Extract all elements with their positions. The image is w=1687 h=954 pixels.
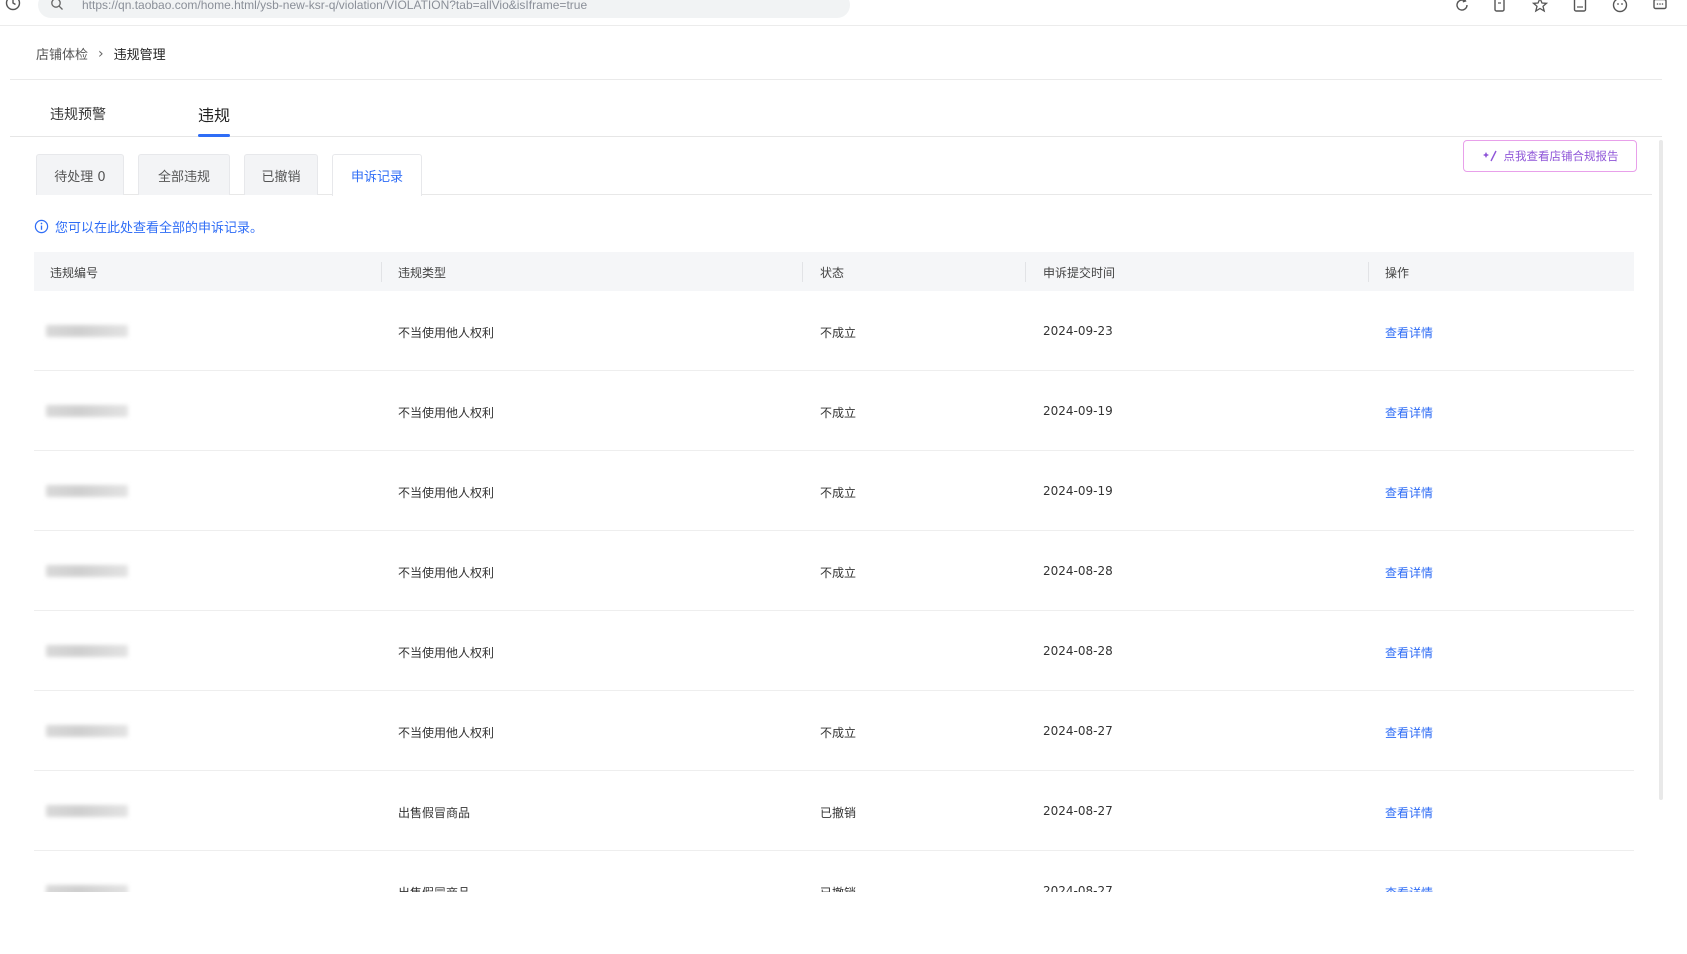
info-icon <box>34 219 49 234</box>
submit-time: 2024-08-28 <box>1043 564 1113 578</box>
violation-type: 不当使用他人权利 <box>398 326 495 340</box>
status: 不成立 <box>820 406 857 420</box>
table-row: 出售假冒商品 已撤销 2024-08-27 查看详情 <box>34 771 1634 851</box>
violation-type: 不当使用他人权利 <box>398 486 495 500</box>
table-row: 不当使用他人权利 不成立 2024-09-23 查看详情 <box>34 291 1634 371</box>
violation-id-redacted <box>46 725 128 737</box>
chevron-right-icon: › <box>98 45 104 62</box>
compliance-report-label: 点我查看店铺合规报告 <box>1503 149 1619 163</box>
appeal-records-table: 违规编号 违规类型 状态 申诉提交时间 操作 不当使用他人权利 不成立 2024… <box>34 252 1634 931</box>
view-details-link[interactable]: 查看详情 <box>1385 644 1433 661</box>
breadcrumb-item-violation-management: 违规管理 <box>113 48 166 63</box>
table-header: 违规编号 违规类型 状态 申诉提交时间 操作 <box>34 252 1634 291</box>
header-status: 状态 <box>820 266 845 280</box>
status: 不成立 <box>820 326 857 340</box>
violation-id-redacted <box>46 645 128 657</box>
collections-icon[interactable] <box>1571 0 1589 14</box>
info-notice: 您可以在此处查看全部的申诉记录。 <box>34 217 263 236</box>
star-icon[interactable] <box>1531 0 1549 14</box>
emoji-icon[interactable] <box>1611 0 1629 14</box>
submit-time: 2024-08-27 <box>1043 724 1113 738</box>
submit-time: 2024-09-23 <box>1043 324 1113 338</box>
tab-violation-warning[interactable]: 违规预警 <box>50 104 106 124</box>
violation-id-redacted <box>46 485 128 497</box>
view-details-link[interactable]: 查看详情 <box>1385 404 1433 421</box>
subtab-revoked[interactable]: 已撤销 <box>244 154 318 195</box>
table-row: 不当使用他人权利 不成立 2024-08-27 查看详情 <box>34 691 1634 771</box>
table-row: 不当使用他人权利 不成立 2024-09-19 查看详情 <box>34 371 1634 451</box>
url-text: https://qn.taobao.com/home.html/ysb-new-… <box>82 0 588 12</box>
header-violation-id: 违规编号 <box>50 266 99 280</box>
violation-id-redacted <box>46 565 128 577</box>
column-separator <box>1025 262 1026 282</box>
view-details-link[interactable]: 查看详情 <box>1385 804 1433 821</box>
compliance-report-button[interactable]: 点我查看店铺合规报告 <box>1463 140 1637 172</box>
scrollbar[interactable] <box>1659 140 1663 800</box>
breadcrumb-item-shop-check[interactable]: 店铺体检 <box>36 44 88 63</box>
search-icon <box>51 0 63 10</box>
column-separator <box>1368 262 1369 282</box>
violation-id-redacted <box>46 805 128 817</box>
violation-type: 不当使用他人权利 <box>398 646 495 660</box>
header-violation-type: 违规类型 <box>398 266 447 280</box>
submit-time: 2024-08-27 <box>1043 804 1113 818</box>
header-submit-time: 申诉提交时间 <box>1043 266 1116 280</box>
status: 已撤销 <box>820 806 857 820</box>
tab-violation[interactable]: 违规 <box>198 102 231 137</box>
submit-time: 2024-08-28 <box>1043 644 1113 658</box>
submit-time: 2024-09-19 <box>1043 404 1113 418</box>
main-tabs: 违规预警 违规 <box>10 96 1662 137</box>
browser-toolbar: https://qn.taobao.com/home.html/ysb-new-… <box>0 0 1687 26</box>
chat-icon[interactable] <box>1651 0 1669 14</box>
status: 不成立 <box>820 486 857 500</box>
address-bar[interactable]: https://qn.taobao.com/home.html/ysb-new-… <box>38 0 850 18</box>
info-text: 您可以在此处查看全部的申诉记录。 <box>55 221 264 236</box>
violation-id-redacted <box>46 405 128 417</box>
violation-type: 不当使用他人权利 <box>398 406 495 420</box>
view-details-link[interactable]: 查看详情 <box>1385 564 1433 581</box>
table-row: 不当使用他人权利 2024-08-28 查看详情 <box>34 611 1634 691</box>
violation-id-redacted <box>46 325 128 337</box>
submit-time: 2024-09-19 <box>1043 484 1113 498</box>
violation-type: 不当使用他人权利 <box>398 566 495 580</box>
subtab-all-violations[interactable]: 全部违规 <box>138 154 230 195</box>
status: 不成立 <box>820 726 857 740</box>
column-separator <box>381 262 382 282</box>
sub-tabs: 待处理 0 全部违规 已撤销 申诉记录 <box>36 154 1652 196</box>
column-separator <box>802 262 803 282</box>
divider <box>10 79 1662 80</box>
extensions-icon[interactable] <box>1491 0 1509 14</box>
violation-type: 不当使用他人权利 <box>398 726 495 740</box>
table-row: 不当使用他人权利 不成立 2024-08-28 查看详情 <box>34 531 1634 611</box>
view-details-link[interactable]: 查看详情 <box>1385 484 1433 501</box>
table-row: 不当使用他人权利 不成立 2024-09-19 查看详情 <box>34 451 1634 531</box>
header-action: 操作 <box>1385 266 1410 280</box>
view-details-link[interactable]: 查看详情 <box>1385 724 1433 741</box>
history-icon[interactable] <box>4 0 22 12</box>
page-bottom <box>0 892 1687 954</box>
sparkle-icon <box>1482 150 1497 162</box>
subtab-pending[interactable]: 待处理 0 <box>36 154 124 195</box>
violation-type: 出售假冒商品 <box>398 806 471 820</box>
view-details-link[interactable]: 查看详情 <box>1385 324 1433 341</box>
subtab-appeal-records[interactable]: 申诉记录 <box>332 154 422 196</box>
status: 不成立 <box>820 566 857 580</box>
breadcrumb: 店铺体检 › 违规管理 <box>36 44 166 64</box>
refresh-icon[interactable] <box>1453 0 1471 14</box>
